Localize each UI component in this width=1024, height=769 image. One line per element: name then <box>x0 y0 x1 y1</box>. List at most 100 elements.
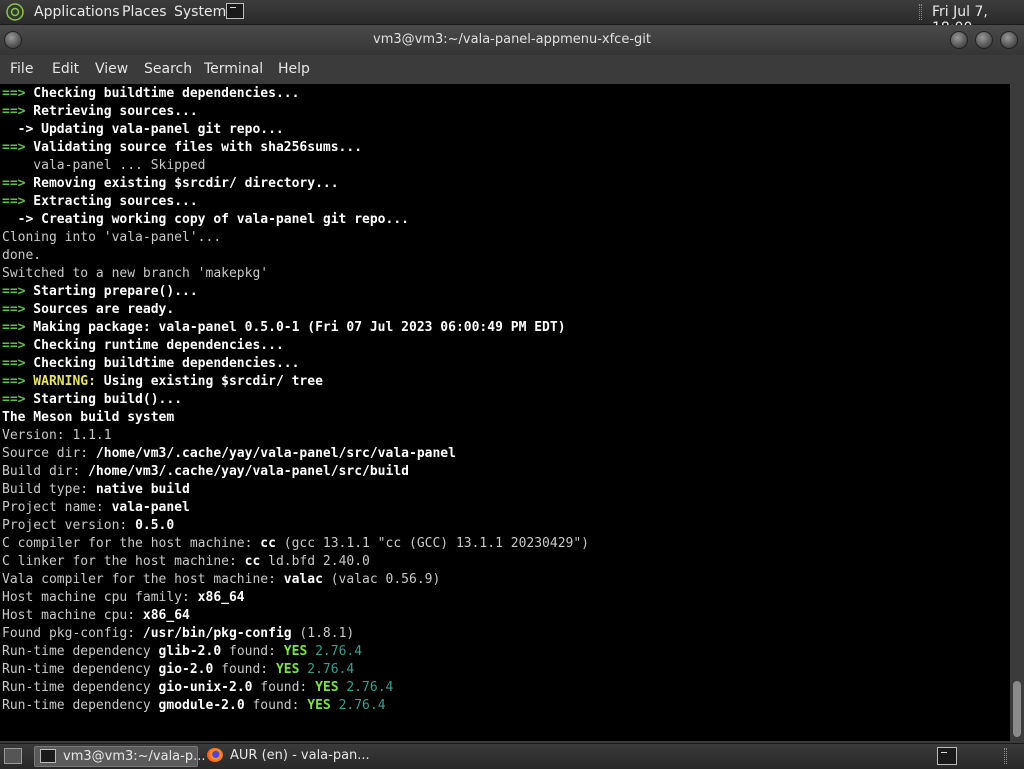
terminal-text: Project version: <box>2 518 136 533</box>
scrollbar-thumb[interactable] <box>1013 681 1021 737</box>
panel-separator <box>919 4 922 20</box>
terminal-text: ==> <box>2 194 26 209</box>
terminal-text: Build dir: <box>2 464 89 479</box>
terminal-text: ==> <box>2 320 26 335</box>
terminal-text: YES <box>275 662 300 677</box>
terminal-text: ==> <box>2 356 26 371</box>
terminal-text: cc <box>260 536 276 551</box>
close-icon[interactable] <box>1000 31 1018 49</box>
terminal-line: ==> WARNING: Using existing $srcdir/ tre… <box>2 373 589 391</box>
system-menu[interactable]: System <box>174 4 226 20</box>
terminal-text: gio-unix-2.0 <box>158 680 253 695</box>
terminal-output[interactable]: ==> Checking buildtime dependencies... ==… <box>0 84 1010 741</box>
menu-view[interactable]: View <box>95 61 128 77</box>
window-title: vm3@vm3:~/vala-panel-appmenu-xfce-git <box>373 32 651 47</box>
terminal-line: Run-time dependency gio-unix-2.0 found: … <box>2 679 589 697</box>
terminal-text: ==> <box>2 302 26 317</box>
terminal-text: gmodule-2.0 <box>158 698 245 713</box>
terminal-text: Switched to a new branch 'makepkg' <box>2 266 269 281</box>
window-titlebar[interactable]: vm3@vm3:~/vala-panel-appmenu-xfce-git <box>0 25 1024 55</box>
terminal-text: Run-time dependency <box>2 662 159 677</box>
terminal-line: -> Updating vala-panel git repo... <box>2 121 589 139</box>
terminal-text: done. <box>2 248 42 263</box>
terminal-text: Checking buildtime dependencies... <box>25 86 300 101</box>
terminal-line: vala-panel ... Skipped <box>2 157 589 175</box>
taskbar-item-firefox[interactable]: AUR (en) - vala-pan... <box>202 746 382 767</box>
show-desktop-icon[interactable] <box>4 748 22 764</box>
terminal-text: Cloning into 'vala-panel'... <box>2 230 222 245</box>
terminal-text: x86_64 <box>197 590 245 605</box>
taskbar-item-label: AUR (en) - vala-pan... <box>230 748 370 763</box>
terminal-text: (1.8.1) <box>291 626 355 641</box>
terminal-line: Switched to a new branch 'makepkg' <box>2 265 589 283</box>
terminal-text: 2.76.4 <box>299 662 355 677</box>
terminal-line: Vala compiler for the host machine: vala… <box>2 571 589 589</box>
terminal-text: Run-time dependency <box>2 644 159 659</box>
terminal-text: cc <box>244 554 261 569</box>
places-menu[interactable]: Places <box>122 4 167 20</box>
distro-logo-icon[interactable] <box>6 3 24 21</box>
terminal-launcher-icon[interactable] <box>226 3 244 19</box>
terminal-line: C compiler for the host machine: cc (gcc… <box>2 535 589 553</box>
terminal-text: -> Creating working copy of vala-panel g… <box>2 212 409 227</box>
terminal-text: Run-time dependency <box>2 698 159 713</box>
tray-terminal-icon[interactable] <box>937 747 957 765</box>
applications-menu[interactable]: Applications <box>34 4 120 20</box>
terminal-text: found: <box>244 698 308 713</box>
terminal-text: glib-2.0 <box>158 644 222 659</box>
terminal-text: Validating source files with sha256sums.… <box>25 140 363 155</box>
terminal-line: ==> Sources are ready. <box>2 301 589 319</box>
menu-search[interactable]: Search <box>144 61 192 77</box>
terminal-text: found: <box>221 644 284 659</box>
terminal-text: ld.bfd 2.40.0 <box>260 554 370 569</box>
maximize-icon[interactable] <box>975 31 993 49</box>
terminal-line: ==> Checking buildtime dependencies... <box>2 355 589 373</box>
terminal-text: /home/vm3/.cache/yay/vala-panel/src/buil… <box>88 464 409 479</box>
terminal-line: ==> Extracting sources... <box>2 193 589 211</box>
terminal-icon <box>40 749 56 763</box>
terminal-line: ==> Validating source files with sha256s… <box>2 139 589 157</box>
terminal-text: Removing existing $srcdir/ directory... <box>25 176 339 191</box>
terminal-line: Run-time dependency glib-2.0 found: YES … <box>2 643 589 661</box>
terminal-text: ==> <box>2 338 26 353</box>
terminal-line: ==> Removing existing $srcdir/ directory… <box>2 175 589 193</box>
terminal-line: ==> Starting prepare()... <box>2 283 589 301</box>
top-panel: Applications Places System Fri Jul 7, 18… <box>0 0 1024 36</box>
menu-file[interactable]: File <box>10 61 33 77</box>
terminal-text: valac <box>283 572 323 587</box>
terminal-window: vm3@vm3:~/vala-panel-appmenu-xfce-git Fi… <box>0 25 1024 743</box>
menu-terminal[interactable]: Terminal <box>204 61 263 77</box>
terminal-line: Host machine cpu family: x86_64 <box>2 589 589 607</box>
terminal-text: ==> <box>2 392 26 407</box>
menu-edit[interactable]: Edit <box>52 61 79 77</box>
terminal-text: Host machine cpu family: <box>2 590 198 605</box>
terminal-text: vala-panel <box>111 500 190 515</box>
terminal-scrollbar[interactable] <box>1010 84 1024 741</box>
terminal-text: WARNING: <box>25 374 96 389</box>
terminal-text: found: <box>252 680 316 695</box>
terminal-line: done. <box>2 247 589 265</box>
terminal-text: Found pkg-config: <box>2 626 143 641</box>
terminal-text: ==> <box>2 176 26 191</box>
terminal-text: /usr/bin/pkg-config <box>142 626 292 641</box>
terminal-text: Starting build()... <box>25 392 183 407</box>
terminal-text: -> Updating vala-panel git repo... <box>2 122 284 137</box>
terminal-text: 2.76.4 <box>338 680 394 695</box>
terminal-line: ==> Making package: vala-panel 0.5.0-1 (… <box>2 319 589 337</box>
terminal-text: Extracting sources... <box>25 194 198 209</box>
taskbar-item-terminal[interactable]: vm3@vm3:~/vala-p... <box>34 746 206 767</box>
taskbar-item-label: vm3@vm3:~/vala-p... <box>63 749 206 764</box>
terminal-text: ==> <box>2 140 26 155</box>
terminal-text: Sources are ready. <box>25 302 175 317</box>
terminal-text: YES <box>307 698 331 713</box>
menu-help[interactable]: Help <box>278 61 310 77</box>
terminal-line: ==> Starting build()... <box>2 391 589 409</box>
minimize-icon[interactable] <box>950 31 968 49</box>
terminal-line: Project version: 0.5.0 <box>2 517 589 535</box>
terminal-line: Source dir: /home/vm3/.cache/yay/vala-pa… <box>2 445 589 463</box>
terminal-line: Project name: vala-panel <box>2 499 589 517</box>
terminal-text: Build type: <box>2 482 96 497</box>
terminal-text: x86_64 <box>142 608 190 623</box>
terminal-text: Host machine cpu: <box>2 608 143 623</box>
terminal-text: 2.76.4 <box>330 698 386 713</box>
